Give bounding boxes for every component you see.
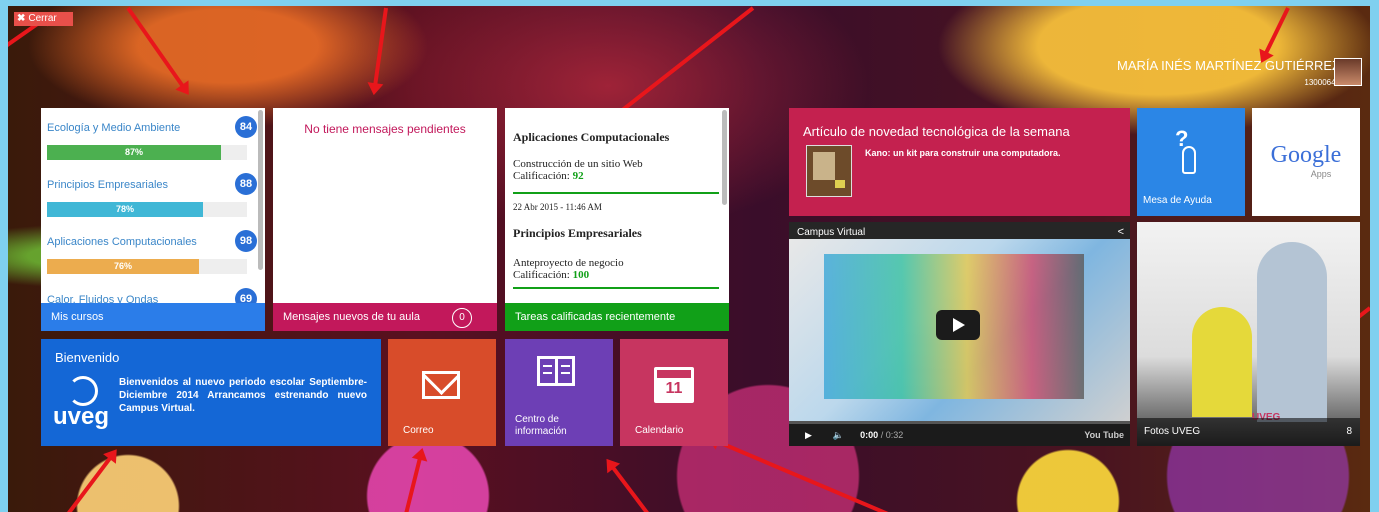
annotation-arrow: [1262, 7, 1290, 59]
help-desk-tile[interactable]: ? Mesa de Ayuda: [1137, 108, 1245, 216]
progress-bar: 76%: [47, 259, 247, 274]
grade-value: 100: [572, 269, 590, 281]
video-title: Campus Virtual: [797, 227, 866, 238]
dashboard-background: ✖ Cerrar MARÍA INÉS MARTÍNEZ GUTIÉRREZ 13…: [8, 6, 1370, 512]
graded-tasks-tile: Aplicaciones Computacionales Construcció…: [505, 108, 729, 331]
tasks-footer[interactable]: Tareas calificadas recientemente: [505, 303, 729, 331]
progress-bar: 78%: [47, 202, 247, 217]
calendar-label: Calendario: [635, 425, 684, 436]
kano-kit-image: [806, 145, 852, 197]
annotation-arrow: [372, 7, 388, 90]
annotation-arrow: [609, 6, 755, 121]
apps-label: Apps: [1310, 169, 1332, 179]
messages-footer[interactable]: Mensajes nuevos de tu aula 0: [273, 303, 497, 331]
photos-footer: Fotos UVEG 8: [1137, 418, 1360, 446]
close-icon: ✖: [17, 13, 26, 24]
messages-tile: No tiene mensajes pendientes Mensajes nu…: [273, 108, 497, 331]
course-name: Principios Empresariales: [47, 179, 169, 191]
user-name: MARÍA INÉS MARTÍNEZ GUTIÉRREZ: [1117, 58, 1340, 73]
progress-bar: 87%: [47, 145, 247, 160]
annotation-arrow: [126, 6, 187, 92]
task-grade: Calificación: 100: [513, 269, 719, 281]
mail-tile[interactable]: Correo: [388, 339, 496, 446]
grade-value: 92: [572, 170, 584, 182]
play-button[interactable]: [936, 310, 980, 340]
video-controls: ▶ 🔈 0:00 / 0:32 You Tube: [789, 424, 1130, 446]
annotation-arrow: [608, 462, 650, 512]
progress-fill: 76%: [47, 259, 199, 274]
welcome-title: Bienvenido: [55, 350, 120, 365]
mail-icon: [422, 371, 460, 399]
video-player[interactable]: Campus Virtual < ▶ 🔈 0:00 / 0:32 You Tub…: [789, 222, 1130, 446]
help-desk-label: Mesa de Ayuda: [1143, 195, 1212, 206]
courses-tile: Ecología y Medio Ambiente 84 87% Princip…: [41, 108, 265, 331]
messages-footer-label: Mensajes nuevos de tu aula: [283, 311, 420, 323]
info-center-tile[interactable]: Centro de información: [505, 339, 613, 446]
task-name: Construcción de un sitio Web: [513, 158, 643, 170]
courses-scrollbar[interactable]: [258, 110, 263, 270]
course-badge: 88: [235, 173, 257, 195]
google-logo: Google: [1270, 142, 1342, 168]
task-date: 22 Abr 2015 - 11:46 AM: [513, 202, 602, 212]
youtube-logo[interactable]: You Tube: [1084, 424, 1124, 446]
progress-fill: 87%: [47, 145, 221, 160]
avatar[interactable]: [1334, 58, 1362, 86]
course-badge: 98: [235, 230, 257, 252]
messages-count-badge: 0: [452, 308, 472, 328]
photos-count: 8: [1346, 426, 1352, 437]
video-time-current: 0:00: [860, 430, 879, 440]
photo-person-1: [1192, 307, 1252, 417]
divider: [513, 287, 719, 289]
welcome-text: Bienvenidos al nuevo periodo escolar Sep…: [119, 377, 367, 414]
news-tile[interactable]: Artículo de novedad tecnológica de la se…: [789, 108, 1130, 216]
course-name: Aplicaciones Computacionales: [47, 236, 197, 248]
progress-fill: 78%: [47, 202, 203, 217]
divider: [513, 192, 719, 194]
book-icon: [537, 356, 575, 386]
course-name: Ecología y Medio Ambiente: [47, 122, 181, 134]
task-course-title: Principios Empresariales: [513, 226, 642, 240]
calendar-icon: 11: [654, 367, 694, 403]
welcome-tile: Bienvenido uveg Bienvenidos al nuevo per…: [41, 339, 381, 446]
task-name: Anteproyecto de negocio: [513, 257, 624, 269]
info-center-label: Centro de información: [515, 414, 567, 437]
grade-label: Calificación:: [513, 269, 570, 281]
calendar-tile[interactable]: 11 Calendario: [620, 339, 728, 446]
messages-text: No tiene mensajes pendientes: [304, 122, 466, 136]
logo-text: uveg: [53, 403, 110, 430]
tasks-scrollbar[interactable]: [722, 110, 727, 205]
news-text: Kano: un kit para construir una computad…: [865, 148, 1061, 158]
google-apps-tile[interactable]: Google Apps: [1252, 108, 1360, 216]
share-icon[interactable]: <: [1118, 226, 1124, 238]
courses-footer[interactable]: Mis cursos: [41, 303, 265, 331]
user-id: 13000645: [1304, 78, 1340, 87]
grade-label: Calificación:: [513, 170, 570, 182]
task-grade: Calificación: 92: [513, 170, 719, 182]
hand-pointer-icon: [1182, 146, 1196, 174]
video-time-total: / 0:32: [880, 430, 904, 440]
photos-tile[interactable]: UVEG Fotos UVEG 8: [1137, 222, 1360, 446]
annotation-arrow: [712, 437, 889, 512]
volume-icon[interactable]: 🔈: [832, 430, 843, 440]
calendar-day: 11: [665, 380, 683, 397]
close-button[interactable]: ✖ Cerrar: [14, 12, 73, 26]
uveg-logo: uveg: [53, 376, 113, 431]
photos-label: Fotos UVEG: [1144, 426, 1201, 437]
mail-label: Correo: [403, 425, 434, 436]
annotation-arrow: [66, 452, 115, 512]
task-course-title: Aplicaciones Computacionales: [513, 130, 670, 144]
close-label: Cerrar: [28, 13, 57, 24]
user-info: MARÍA INÉS MARTÍNEZ GUTIÉRREZ 13000645: [1117, 58, 1340, 87]
course-badge: 84: [235, 116, 257, 138]
photo-person-2: [1257, 242, 1327, 422]
news-title: Artículo de novedad tecnológica de la se…: [803, 124, 1070, 139]
play-icon[interactable]: ▶: [805, 430, 812, 440]
annotation-arrow: [404, 453, 423, 512]
